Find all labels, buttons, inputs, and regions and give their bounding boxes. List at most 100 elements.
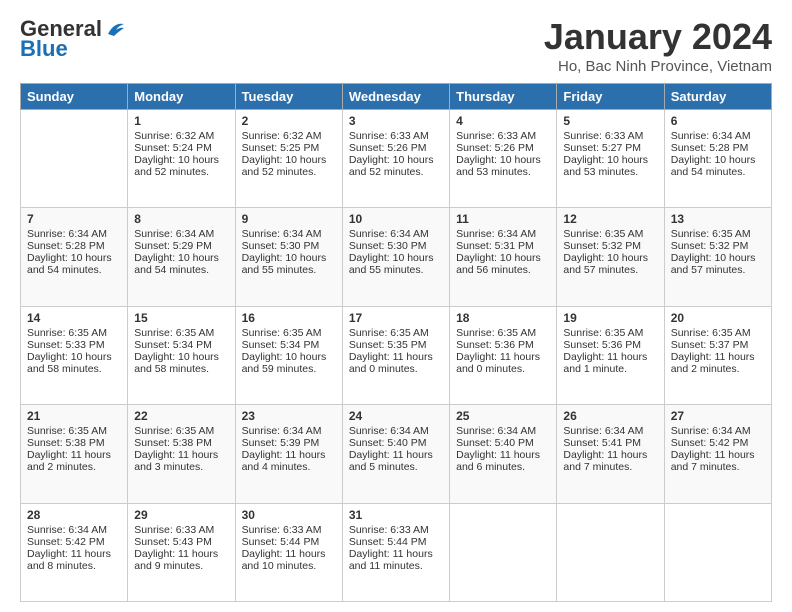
- day-info: Sunset: 5:40 PM: [456, 437, 550, 449]
- day-info: Daylight: 11 hours: [349, 351, 443, 363]
- day-info: Sunrise: 6:33 AM: [242, 524, 336, 536]
- day-info: Sunrise: 6:34 AM: [456, 228, 550, 240]
- day-info: Sunset: 5:36 PM: [563, 339, 657, 351]
- day-info: and 55 minutes.: [242, 264, 336, 276]
- calendar-cell: 27Sunrise: 6:34 AMSunset: 5:42 PMDayligh…: [664, 405, 771, 503]
- day-info: Sunset: 5:44 PM: [349, 536, 443, 548]
- day-info: and 11 minutes.: [349, 560, 443, 572]
- day-info: Sunset: 5:35 PM: [349, 339, 443, 351]
- day-number: 11: [456, 212, 550, 226]
- day-info: Sunrise: 6:34 AM: [242, 228, 336, 240]
- day-info: Sunrise: 6:34 AM: [563, 425, 657, 437]
- day-number: 22: [134, 409, 228, 423]
- calendar-cell: 19Sunrise: 6:35 AMSunset: 5:36 PMDayligh…: [557, 306, 664, 404]
- day-info: Sunset: 5:36 PM: [456, 339, 550, 351]
- calendar-cell: 3Sunrise: 6:33 AMSunset: 5:26 PMDaylight…: [342, 110, 449, 208]
- day-info: Daylight: 11 hours: [134, 449, 228, 461]
- logo-blue: Blue: [20, 36, 68, 62]
- day-info: and 0 minutes.: [456, 363, 550, 375]
- calendar-cell: 22 Sunrise: 6:35 AMSunset: 5:38 PMDayligh…: [128, 405, 235, 503]
- day-number: 17: [349, 311, 443, 325]
- day-info: Sunrise: 6:34 AM: [27, 524, 121, 536]
- day-info: Sunset: 5:30 PM: [242, 240, 336, 252]
- day-info: Sunrise: 6:35 AM: [671, 228, 765, 240]
- day-number: 26: [563, 409, 657, 423]
- day-number: 16: [242, 311, 336, 325]
- day-info: Daylight: 10 hours: [134, 252, 228, 264]
- day-info: and 55 minutes.: [349, 264, 443, 276]
- day-info: Sunrise: 6:34 AM: [671, 425, 765, 437]
- day-info: and 57 minutes.: [671, 264, 765, 276]
- day-info: Sunrise: 6:34 AM: [456, 425, 550, 437]
- day-number: 13: [671, 212, 765, 226]
- day-number: 3: [349, 114, 443, 128]
- calendar-table: SundayMondayTuesdayWednesdayThursdayFrid…: [20, 83, 772, 602]
- logo: General Blue: [20, 16, 126, 62]
- calendar-cell: 23Sunrise: 6:34 AMSunset: 5:39 PMDayligh…: [235, 405, 342, 503]
- day-info: Sunset: 5:38 PM: [134, 437, 228, 449]
- day-info: and 6 minutes.: [456, 461, 550, 473]
- day-number: 14: [27, 311, 121, 325]
- day-number: 9: [242, 212, 336, 226]
- calendar-cell: 13Sunrise: 6:35 AMSunset: 5:32 PMDayligh…: [664, 208, 771, 306]
- day-info: Sunrise: 6:32 AM: [134, 130, 228, 142]
- day-info: Daylight: 10 hours: [349, 154, 443, 166]
- day-info: Daylight: 10 hours: [134, 351, 228, 363]
- day-number: 20: [671, 311, 765, 325]
- calendar-cell: 18Sunrise: 6:35 AMSunset: 5:36 PMDayligh…: [450, 306, 557, 404]
- calendar-cell: 17 Sunrise: 6:35 AMSunset: 5:35 PMDayligh…: [342, 306, 449, 404]
- day-info: and 10 minutes.: [242, 560, 336, 572]
- day-info: Sunset: 5:37 PM: [671, 339, 765, 351]
- calendar-cell: 25Sunrise: 6:34 AMSunset: 5:40 PMDayligh…: [450, 405, 557, 503]
- day-info: Daylight: 11 hours: [242, 548, 336, 560]
- weekday-header-thursday: Thursday: [450, 84, 557, 110]
- day-info: Daylight: 10 hours: [456, 154, 550, 166]
- day-info: Daylight: 10 hours: [671, 154, 765, 166]
- calendar-cell: 5Sunrise: 6:33 AMSunset: 5:27 PMDaylight…: [557, 110, 664, 208]
- day-info: Sunrise: 6:32 AM: [242, 130, 336, 142]
- calendar-header-row: SundayMondayTuesdayWednesdayThursdayFrid…: [21, 84, 772, 110]
- day-info: Sunset: 5:26 PM: [349, 142, 443, 154]
- day-info: Sunrise: 6:35 AM: [563, 327, 657, 339]
- day-info: Daylight: 11 hours: [563, 351, 657, 363]
- day-info: Daylight: 10 hours: [563, 252, 657, 264]
- day-info: Daylight: 11 hours: [563, 449, 657, 461]
- calendar-cell: 1Sunrise: 6:32 AMSunset: 5:24 PMDaylight…: [128, 110, 235, 208]
- day-info: and 52 minutes.: [242, 166, 336, 178]
- day-number: 6: [671, 114, 765, 128]
- day-info: Sunset: 5:42 PM: [27, 536, 121, 548]
- day-info: Sunset: 5:34 PM: [242, 339, 336, 351]
- day-info: Sunset: 5:28 PM: [671, 142, 765, 154]
- day-info: Daylight: 10 hours: [27, 252, 121, 264]
- day-info: and 59 minutes.: [242, 363, 336, 375]
- day-info: Sunrise: 6:34 AM: [349, 228, 443, 240]
- day-info: Sunrise: 6:35 AM: [27, 327, 121, 339]
- day-info: Sunrise: 6:35 AM: [134, 425, 228, 437]
- day-info: Sunrise: 6:35 AM: [349, 327, 443, 339]
- calendar-cell: 7Sunrise: 6:34 AMSunset: 5:28 PMDaylight…: [21, 208, 128, 306]
- header: General Blue January 2024 Ho, Bac Ninh P…: [20, 16, 772, 75]
- day-info: Daylight: 11 hours: [242, 449, 336, 461]
- day-info: Sunrise: 6:35 AM: [563, 228, 657, 240]
- day-info: and 9 minutes.: [134, 560, 228, 572]
- day-info: Sunrise: 6:35 AM: [671, 327, 765, 339]
- day-number: 1: [134, 114, 228, 128]
- day-info: and 8 minutes.: [27, 560, 121, 572]
- day-info: Daylight: 11 hours: [456, 449, 550, 461]
- calendar-cell: 4Sunrise: 6:33 AMSunset: 5:26 PMDaylight…: [450, 110, 557, 208]
- calendar-cell: [450, 503, 557, 601]
- calendar-subtitle: Ho, Bac Ninh Province, Vietnam: [544, 58, 772, 75]
- calendar-cell: 6 Sunrise: 6:34 AMSunset: 5:28 PMDaylight…: [664, 110, 771, 208]
- day-info: Sunrise: 6:34 AM: [671, 130, 765, 142]
- day-info: and 4 minutes.: [242, 461, 336, 473]
- calendar-cell: 16Sunrise: 6:35 AMSunset: 5:34 PMDayligh…: [235, 306, 342, 404]
- calendar-cell: [664, 503, 771, 601]
- weekday-header-saturday: Saturday: [664, 84, 771, 110]
- day-info: Sunset: 5:41 PM: [563, 437, 657, 449]
- day-number: 28: [27, 508, 121, 522]
- day-info: and 53 minutes.: [563, 166, 657, 178]
- day-info: and 52 minutes.: [134, 166, 228, 178]
- day-info: Daylight: 10 hours: [134, 154, 228, 166]
- day-number: 10: [349, 212, 443, 226]
- day-info: Daylight: 11 hours: [671, 449, 765, 461]
